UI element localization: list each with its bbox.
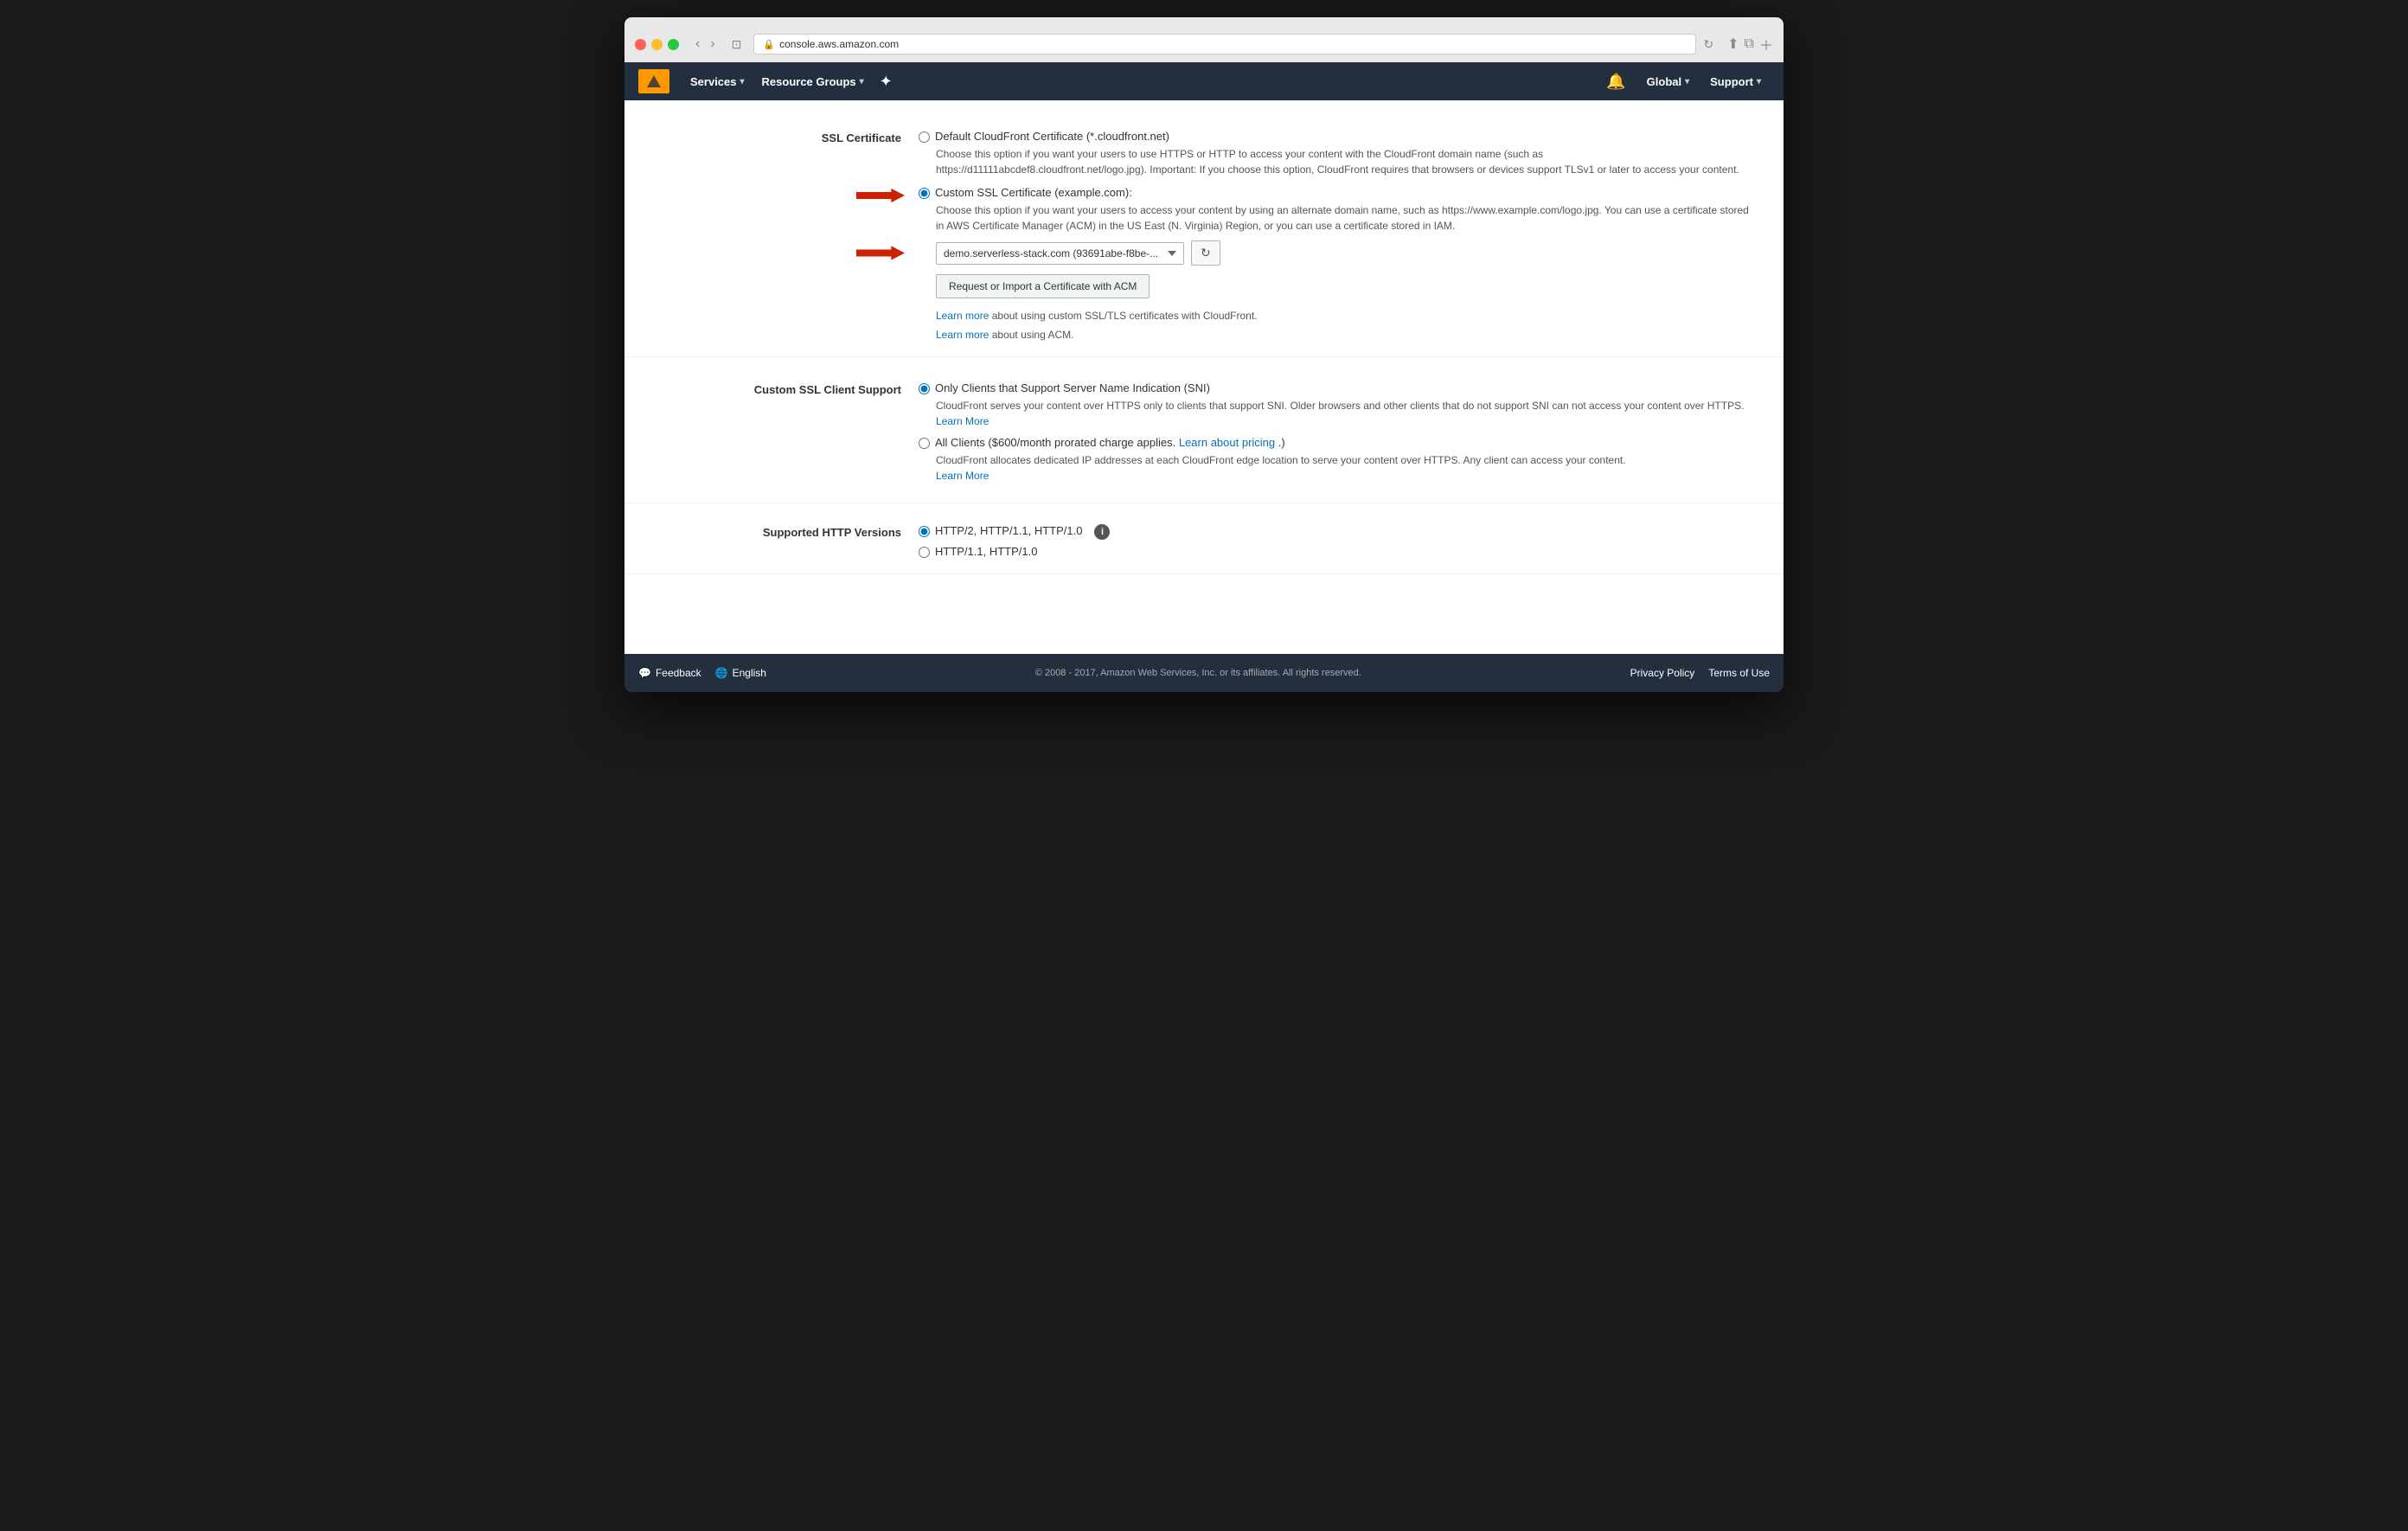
sni-learn-more-link[interactable]: Learn More <box>936 415 989 427</box>
services-chevron: ▾ <box>740 77 745 86</box>
learn-about-pricing-link[interactable]: Learn about pricing <box>1179 436 1275 449</box>
share-button[interactable]: ⬆ <box>1727 35 1739 53</box>
custom-cert-label[interactable]: Custom SSL Certificate (example.com): <box>935 186 1132 199</box>
http-versions-content: HTTP/2, HTTP/1.1, HTTP/1.0 i HTTP/1.1, H… <box>919 524 1749 561</box>
sni-option: Only Clients that Support Server Name In… <box>919 381 1749 394</box>
learn-more-ssl-text1: about using custom SSL/TLS certificates … <box>992 310 1258 322</box>
default-cert-desc: Choose this option if you want your user… <box>936 146 1749 177</box>
nav-right: 🔔 Global ▾ Support ▾ <box>1598 62 1770 100</box>
learn-more-ssl-link1[interactable]: Learn more <box>936 310 989 322</box>
sni-radio[interactable] <box>919 383 930 394</box>
import-cert-button[interactable]: Request or Import a Certificate with ACM <box>936 274 1150 298</box>
maximize-button[interactable] <box>668 39 679 50</box>
aws-nav: Services ▾ Resource Groups ▾ ✦ 🔔 Global … <box>624 62 1784 100</box>
footer-copyright: © 2008 - 2017, Amazon Web Services, Inc.… <box>766 668 1630 678</box>
custom-ssl-client-section: Custom SSL Client Support Only Clients t… <box>624 369 1784 503</box>
resource-groups-chevron: ▾ <box>860 77 864 86</box>
aws-logo <box>638 69 669 93</box>
all-clients-radio[interactable] <box>919 438 930 449</box>
main-content: SSL Certificate Default CloudFront Certi… <box>624 100 1784 654</box>
terms-of-use-link[interactable]: Terms of Use <box>1708 667 1770 679</box>
all-clients-desc: CloudFront allocates dedicated IP addres… <box>936 452 1749 484</box>
global-nav-item[interactable]: Global ▾ <box>1638 62 1698 100</box>
cert-selector-row: demo.serverless-stack.com (93691abe-f8be… <box>936 240 1749 266</box>
add-button[interactable]: ＋ <box>1759 34 1773 54</box>
forward-button[interactable]: › <box>706 35 719 54</box>
globe-icon: 🌐 <box>715 667 728 679</box>
http11-label[interactable]: HTTP/1.1, HTTP/1.0 <box>935 545 1037 558</box>
feedback-link[interactable]: 💬 Feedback <box>638 667 701 679</box>
bookmarks-icon[interactable]: ✦ <box>873 73 900 91</box>
default-cert-option: Default CloudFront Certificate (*.cloudf… <box>919 130 1749 143</box>
custom-cert-radio[interactable] <box>919 188 930 199</box>
minimize-button[interactable] <box>651 39 663 50</box>
all-clients-learn-more-link[interactable]: Learn More <box>936 470 989 482</box>
traffic-lights <box>635 39 679 50</box>
support-nav-item[interactable]: Support ▾ <box>1701 62 1770 100</box>
privacy-policy-link[interactable]: Privacy Policy <box>1630 667 1695 679</box>
cert-refresh-button[interactable]: ↻ <box>1191 240 1220 266</box>
arrow-2-shape <box>856 246 905 261</box>
cert-selector-wrapper: demo.serverless-stack.com (93691abe-f8be… <box>919 240 1749 266</box>
custom-cert-desc: Choose this option if you want your user… <box>936 202 1749 234</box>
learn-more-ssl-line2: Learn more about using ACM. <box>936 326 1749 345</box>
sni-desc: CloudFront serves your content over HTTP… <box>936 398 1749 429</box>
arrow-1-shape <box>856 188 905 203</box>
feedback-icon: 💬 <box>638 667 651 679</box>
new-tab-button[interactable]: ⧉ <box>1745 36 1754 52</box>
footer: 💬 Feedback 🌐 English © 2008 - 2017, Amaz… <box>624 654 1784 692</box>
http2-label[interactable]: HTTP/2, HTTP/1.1, HTTP/1.0 <box>935 524 1082 537</box>
resource-groups-nav-item[interactable]: Resource Groups ▾ <box>753 62 873 100</box>
http11-option: HTTP/1.1, HTTP/1.0 <box>919 545 1749 558</box>
learn-more-ssl-line1: Learn more about using custom SSL/TLS ce… <box>936 307 1749 326</box>
learn-more-ssl: Learn more about using custom SSL/TLS ce… <box>936 307 1749 344</box>
custom-cert-wrapper: Custom SSL Certificate (example.com): Ch… <box>919 186 1749 234</box>
browser-actions: ⬆ ⧉ ＋ <box>1727 34 1773 54</box>
all-clients-option: All Clients ($600/month prorated charge … <box>919 436 1749 449</box>
http-versions-info-icon[interactable]: i <box>1094 524 1110 540</box>
default-cert-radio[interactable] <box>919 131 930 143</box>
close-button[interactable] <box>635 39 646 50</box>
all-clients-label[interactable]: All Clients ($600/month prorated charge … <box>935 436 1285 449</box>
english-link[interactable]: 🌐 English <box>715 667 766 679</box>
notifications-icon[interactable]: 🔔 <box>1598 73 1634 91</box>
http11-radio[interactable] <box>919 547 930 558</box>
ssl-certificate-content: Default CloudFront Certificate (*.cloudf… <box>919 130 1749 344</box>
cert-select[interactable]: demo.serverless-stack.com (93691abe-f8be… <box>936 242 1184 265</box>
http-versions-label: Supported HTTP Versions <box>728 524 919 561</box>
address-bar: 🔒 console.aws.amazon.com <box>753 34 1696 54</box>
back-button[interactable]: ‹ <box>691 35 704 54</box>
global-chevron: ▾ <box>1685 77 1689 86</box>
reload-button[interactable]: ↻ <box>1703 37 1713 52</box>
default-cert-label[interactable]: Default CloudFront Certificate (*.cloudf… <box>935 130 1169 143</box>
custom-ssl-client-content: Only Clients that Support Server Name In… <box>919 381 1749 490</box>
custom-ssl-client-label: Custom SSL Client Support <box>728 381 919 490</box>
custom-cert-option: Custom SSL Certificate (example.com): <box>919 186 1749 199</box>
learn-more-ssl-text2: about using ACM. <box>992 329 1074 341</box>
learn-more-ssl-link2[interactable]: Learn more <box>936 329 989 341</box>
http-versions-section: Supported HTTP Versions HTTP/2, HTTP/1.1… <box>624 512 1784 574</box>
services-nav-item[interactable]: Services ▾ <box>682 62 753 100</box>
arrow-2 <box>856 246 905 261</box>
footer-right: Privacy Policy Terms of Use <box>1630 667 1770 679</box>
support-chevron: ▾ <box>1757 77 1761 86</box>
url-text: console.aws.amazon.com <box>779 38 899 50</box>
footer-left: 💬 Feedback 🌐 English <box>638 667 766 679</box>
lock-icon: 🔒 <box>763 39 775 50</box>
aws-logo-svg <box>644 73 664 90</box>
arrow-1 <box>856 188 905 203</box>
ssl-certificate-label: SSL Certificate <box>728 130 919 344</box>
http2-radio[interactable] <box>919 526 930 537</box>
ssl-certificate-section: SSL Certificate Default CloudFront Certi… <box>624 118 1784 357</box>
tab-view-button[interactable]: ⊡ <box>727 35 747 54</box>
nav-buttons: ‹ › <box>691 35 720 54</box>
http2-option: HTTP/2, HTTP/1.1, HTTP/1.0 i <box>919 524 1749 540</box>
browser-chrome: ‹ › ⊡ 🔒 console.aws.amazon.com ↻ ⬆ ⧉ ＋ <box>624 17 1784 62</box>
sni-label[interactable]: Only Clients that Support Server Name In… <box>935 381 1210 394</box>
browser-window: ‹ › ⊡ 🔒 console.aws.amazon.com ↻ ⬆ ⧉ ＋ S… <box>624 17 1784 692</box>
